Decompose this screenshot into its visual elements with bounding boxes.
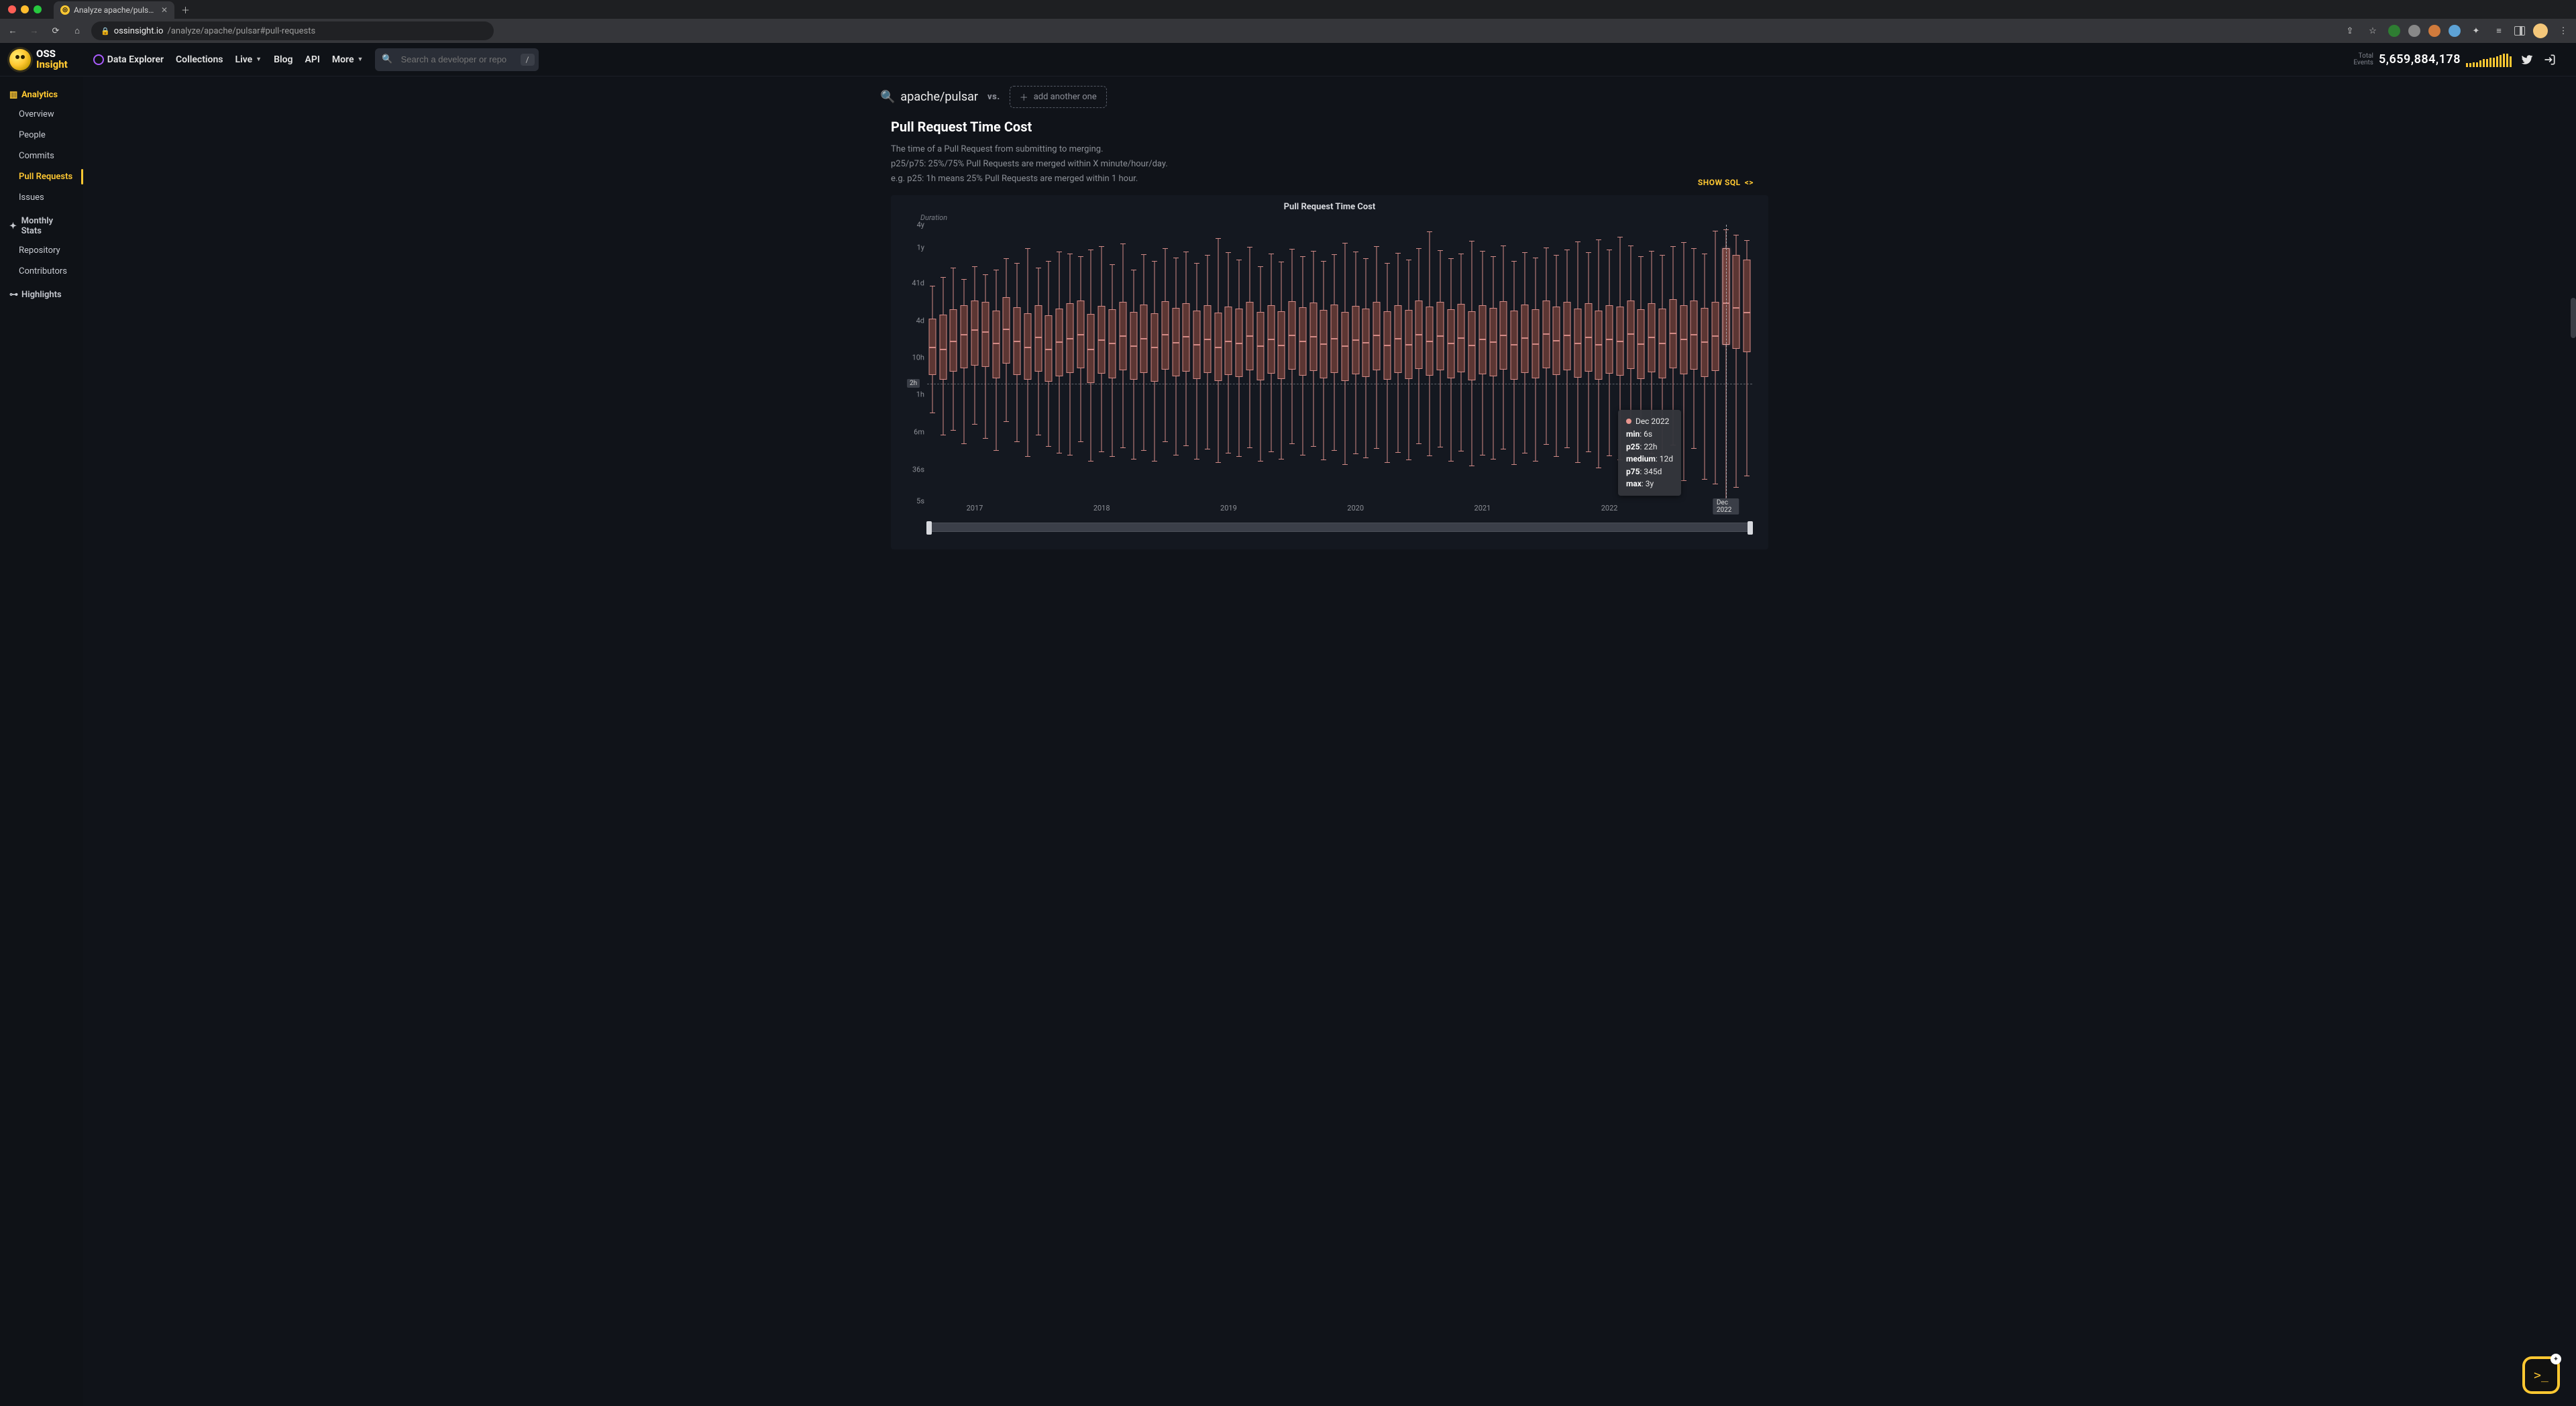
logo-text-2: Insight: [36, 60, 68, 70]
nav-collections[interactable]: Collections: [176, 54, 223, 65]
sidebar-item-commits[interactable]: Commits: [0, 146, 83, 166]
mac-zoom-button[interactable]: [34, 5, 42, 13]
bookmark-icon[interactable]: ☆: [2365, 23, 2380, 38]
code-icon: <>: [1745, 178, 1754, 187]
add-compare-repo[interactable]: ＋ add another one: [1010, 86, 1107, 108]
back-button[interactable]: ←: [5, 23, 20, 38]
sidebar-section-highlights[interactable]: ⊶ Highlights: [0, 286, 83, 304]
sidebar-item-overview[interactable]: Overview: [0, 104, 83, 125]
chart-title: Pull Request Time Cost: [900, 202, 1759, 212]
forward-button[interactable]: →: [27, 23, 42, 38]
sidebar: ▥ Analytics Overview People Commits Pull…: [0, 76, 83, 1406]
profile-avatar[interactable]: [2533, 23, 2548, 38]
chart-zoom-slider[interactable]: [927, 523, 1752, 532]
slider-handle-left[interactable]: [926, 521, 932, 535]
show-sql-button[interactable]: SHOW SQL <>: [1698, 178, 1754, 187]
repo-selector[interactable]: 🔍 apache/pulsar: [880, 90, 978, 104]
sparkle-icon: ✦: [9, 221, 17, 231]
mac-minimize-button[interactable]: [21, 5, 29, 13]
repo-name: apache/pulsar: [900, 90, 978, 104]
lock-icon: 🔒: [101, 27, 110, 36]
logo[interactable]: OSS Insight: [9, 49, 68, 70]
nav-api[interactable]: API: [305, 54, 320, 65]
nav-live[interactable]: Live▼: [235, 54, 262, 65]
search-kbd: /: [521, 54, 535, 66]
sidebar-section-analytics[interactable]: ▥ Analytics: [0, 86, 83, 104]
events-sparkline: [2466, 52, 2512, 67]
extensions-icon[interactable]: ✦: [2469, 23, 2483, 38]
sidebar-item-contributors[interactable]: Contributors: [0, 261, 83, 282]
global-search[interactable]: 🔍 /: [375, 48, 538, 71]
app-header: OSS Insight Data Explorer Collections Li…: [0, 43, 2576, 76]
sidebar-item-pull-requests[interactable]: Pull Requests: [0, 166, 83, 187]
reading-list-icon[interactable]: ≡: [2491, 23, 2506, 38]
main-content: 🔍 apache/pulsar vs. ＋ add another one Pu…: [83, 76, 2576, 1406]
extension-grey-icon[interactable]: [2408, 25, 2420, 37]
chrome-menu-icon[interactable]: ⋮: [2556, 23, 2571, 38]
plus-icon: ＋: [1020, 91, 1028, 103]
section-desc-1: The time of a Pull Request from submitti…: [891, 143, 1768, 156]
chevron-down-icon: ▼: [358, 56, 364, 63]
mac-close-button[interactable]: [8, 5, 16, 13]
home-button[interactable]: ⌂: [70, 23, 85, 38]
url-path: /analyze/apache/pulsar#pull-requests: [167, 26, 315, 36]
search-icon: 🔍: [382, 54, 392, 64]
link-icon: ⊶: [9, 290, 17, 300]
sidebar-item-issues[interactable]: Issues: [0, 187, 83, 208]
sidebar-item-repository[interactable]: Repository: [0, 240, 83, 261]
nav-more[interactable]: More▼: [332, 54, 364, 65]
chart-subtitle: Duration: [920, 213, 1759, 222]
section-desc-2: p25/p75: 25%/75% Pull Requests are merge…: [891, 158, 1768, 171]
fab-badge-icon: ✦: [2551, 1354, 2561, 1364]
section-desc-3: e.g. p25: 1h means 25% Pull Requests are…: [891, 172, 1768, 186]
vs-label: vs.: [987, 92, 1000, 102]
scrollbar[interactable]: [2571, 298, 2576, 338]
login-icon[interactable]: [2542, 52, 2557, 67]
total-events-value: 5,659,884,178: [2379, 52, 2461, 66]
section-title: Pull Request Time Cost: [891, 119, 1768, 135]
share-icon[interactable]: ⇪: [2343, 23, 2357, 38]
total-events-label: Total Events: [2353, 53, 2373, 66]
search-input[interactable]: [400, 54, 514, 65]
nav-data-explorer[interactable]: Data Explorer: [93, 54, 164, 65]
extension-orange-icon[interactable]: [2428, 25, 2440, 37]
sidebar-section-monthly-stats[interactable]: ✦ Monthly Stats: [0, 212, 83, 240]
chevron-down-icon: ▼: [256, 56, 262, 63]
analytics-icon: ▥: [9, 90, 17, 100]
reload-button[interactable]: ⟳: [48, 23, 63, 38]
chart-tooltip: Dec 2022min: 6sp25: 22hmedium: 12dp75: 3…: [1618, 410, 1681, 496]
chart-card: Pull Request Time Cost Duration 4y1y41d4…: [891, 195, 1768, 549]
tab-close-icon[interactable]: ✕: [161, 5, 168, 15]
logo-icon: [9, 49, 31, 70]
url-host: ossinsight.io: [114, 26, 164, 36]
side-panel-icon[interactable]: [2514, 26, 2525, 36]
nav-blog[interactable]: Blog: [274, 54, 292, 65]
slider-handle-right[interactable]: [1748, 521, 1753, 535]
twitter-icon[interactable]: [2520, 52, 2534, 67]
logo-text-1: OSS: [36, 49, 68, 59]
terminal-fab[interactable]: >_ ✦: [2525, 1359, 2557, 1391]
terminal-icon: >_: [2534, 1368, 2548, 1383]
tab-title: Analyze apache/pulsar | OSS: [74, 5, 157, 15]
browser-chrome: ◎ Analyze apache/pulsar | OSS ✕ ＋ ← → ⟳ …: [0, 0, 2576, 43]
new-tab-button[interactable]: ＋: [181, 3, 190, 16]
favicon-icon: ◎: [60, 5, 70, 15]
extension-blue-icon[interactable]: [2449, 25, 2461, 37]
browser-tab[interactable]: ◎ Analyze apache/pulsar | OSS ✕: [54, 1, 174, 19]
search-icon: 🔍: [880, 90, 895, 104]
url-field[interactable]: 🔒 ossinsight.io/analyze/apache/pulsar#pu…: [91, 21, 494, 40]
extension-green-icon[interactable]: [2388, 25, 2400, 37]
sidebar-item-people[interactable]: People: [0, 125, 83, 146]
